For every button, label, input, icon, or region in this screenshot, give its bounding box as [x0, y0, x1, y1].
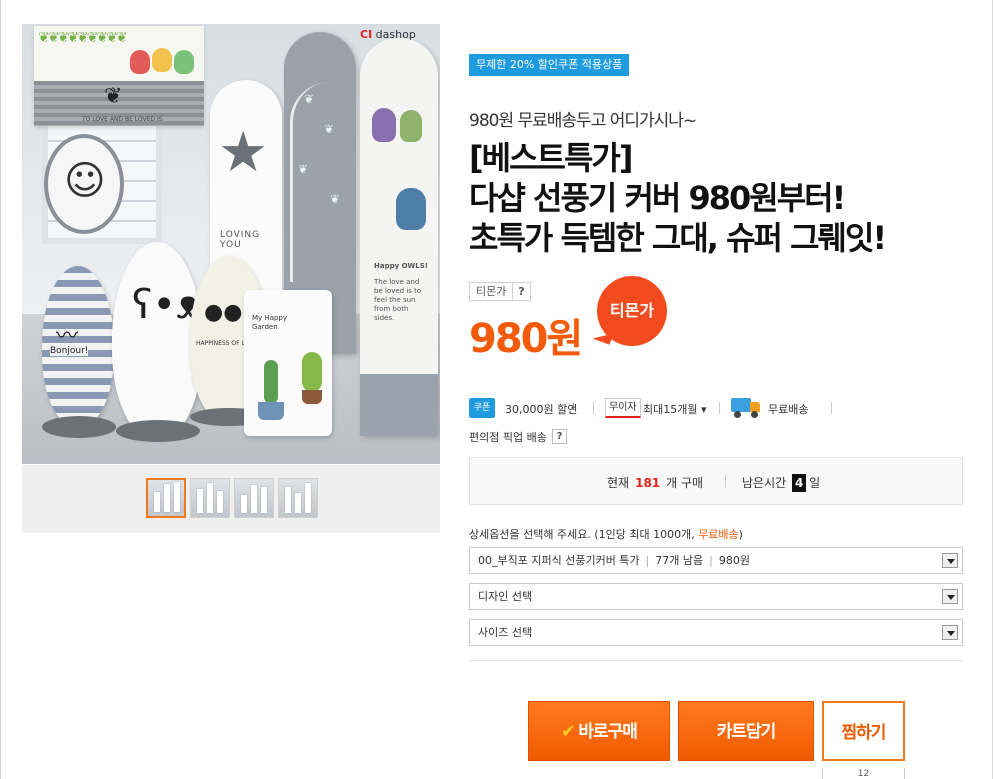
- coupon-discount-text[interactable]: 30,000원 할인: [505, 401, 577, 417]
- cactus-box-fan-cover: My Happy Garden: [244, 290, 332, 436]
- ac-cover-illustration: ❦❦❦❦❦❦❦❦❦ ❦ TO LOVE AND BE LOVED IS: [34, 26, 204, 126]
- plant-icon: [302, 352, 322, 392]
- thumbnail-4[interactable]: [278, 478, 318, 518]
- owl-tower-text: The love and be loved is to feel the sun…: [374, 278, 422, 322]
- add-to-cart-button[interactable]: 카트담기: [678, 701, 814, 761]
- ac-cover-text: TO LOVE AND BE LOVED IS: [82, 116, 163, 123]
- dropdown-arrow-icon[interactable]: [942, 625, 958, 640]
- thumbnail-strip: [22, 465, 440, 533]
- pickup-help-button[interactable]: ?: [552, 429, 567, 444]
- no-interest-tag: 무이자: [605, 398, 641, 418]
- brand-logo: CI dashop: [360, 28, 416, 41]
- owl-icon: [396, 188, 426, 230]
- purchase-count: 현재 181 개 구매: [607, 476, 704, 490]
- size-select[interactable]: 사이즈 선택: [469, 619, 963, 646]
- thumbnail-1[interactable]: [146, 478, 186, 518]
- leaf-vine-icon: ❦❦❦❦❦❦❦❦❦: [38, 30, 128, 46]
- cactus-icon: [264, 360, 278, 404]
- coupon-badge: 무제한 20% 할인쿠폰 적용상품: [469, 54, 630, 76]
- owl-icon: [372, 108, 396, 142]
- thumbnail-2[interactable]: [190, 478, 230, 518]
- bear-fan-cover: ʕ•ᴥ•ʔ: [112, 242, 244, 438]
- option-guide-text: 상세옵션을 선택해 주세요. (1인당 최대 1000개, 무료배송): [469, 528, 743, 541]
- product-option-select[interactable]: 00_부직포 지퍼식 선풍기커버 특가 | 77개 남음 | 980원: [469, 547, 963, 574]
- title-line-3: 초특가 득템한 그대, 슈퍼 그뤠잇!: [469, 219, 887, 257]
- owl-icon: [152, 48, 172, 72]
- price-help-button[interactable]: ?: [512, 282, 531, 301]
- check-icon: ✔: [561, 722, 575, 742]
- wishlist-count: 12: [822, 768, 905, 779]
- dropdown-arrow-icon[interactable]: [942, 589, 958, 604]
- price-label: 티몬가: [469, 282, 514, 301]
- stripe-fan-cover: 〰 Bonjour!: [42, 266, 114, 426]
- smiley-icon: ☺: [64, 158, 106, 204]
- box-fan-text: My Happy Garden: [252, 314, 287, 331]
- white-tower-text: LOVING YOU: [220, 230, 261, 250]
- owl-icon: [400, 110, 422, 142]
- buy-now-button[interactable]: ✔ 바로구매: [528, 701, 670, 761]
- design-select[interactable]: 디자인 선택: [469, 583, 963, 610]
- product-price: 980원: [469, 316, 583, 362]
- owl-tower-heading: Happy OWLS!: [374, 262, 428, 270]
- purchase-status-box: 현재 181 개 구매 남은시간 4 일: [469, 457, 963, 505]
- owl-tower-fan-cover: Happy OWLS! The love and be loved is to …: [360, 38, 438, 436]
- download-icon[interactable]: ⤓: [571, 401, 575, 412]
- convenience-store-pickup: 편의점 픽업 배송: [469, 431, 547, 444]
- tmon-price-badge: 티몬가: [597, 276, 667, 346]
- installment-dropdown[interactable]: 최대15개월 ▾: [643, 401, 707, 417]
- product-subtitle: 980원 무료배송두고 어디가시나~: [469, 111, 697, 131]
- delivery-truck-icon: [731, 396, 761, 418]
- owl-icon: [130, 50, 150, 74]
- free-shipping-text: 무료배송: [768, 403, 809, 416]
- deer-icon: ❦: [104, 84, 123, 109]
- dropdown-arrow-icon[interactable]: [942, 553, 958, 568]
- coupon-icon: 쿠폰: [469, 398, 495, 418]
- stripe-fan-text: Bonjour!: [50, 346, 89, 356]
- star-icon: ★: [218, 120, 269, 185]
- product-title: [베스트특가] 다샵 선풍기 커버 980원부터! 초특가 득템한 그대, 슈퍼…: [469, 138, 969, 258]
- tree-icon: [290, 82, 350, 282]
- owl-pair-icon: ●●: [204, 300, 243, 325]
- divider: [469, 660, 963, 661]
- title-line-2: 다샵 선풍기 커버 980원부터!: [469, 179, 846, 217]
- owl-icon: [174, 50, 194, 74]
- product-main-image[interactable]: ❦❦❦❦❦❦❦❦❦ ❦ TO LOVE AND BE LOVED IS ☺ ★ …: [22, 24, 440, 464]
- smiley-fan-cover: ☺: [44, 134, 124, 234]
- title-line-1: [베스트특가]: [469, 139, 633, 177]
- time-remaining: 남은시간 4 일: [742, 474, 821, 492]
- wishlist-button[interactable]: 찜하기: [822, 701, 905, 761]
- thumbnail-3[interactable]: [234, 478, 274, 518]
